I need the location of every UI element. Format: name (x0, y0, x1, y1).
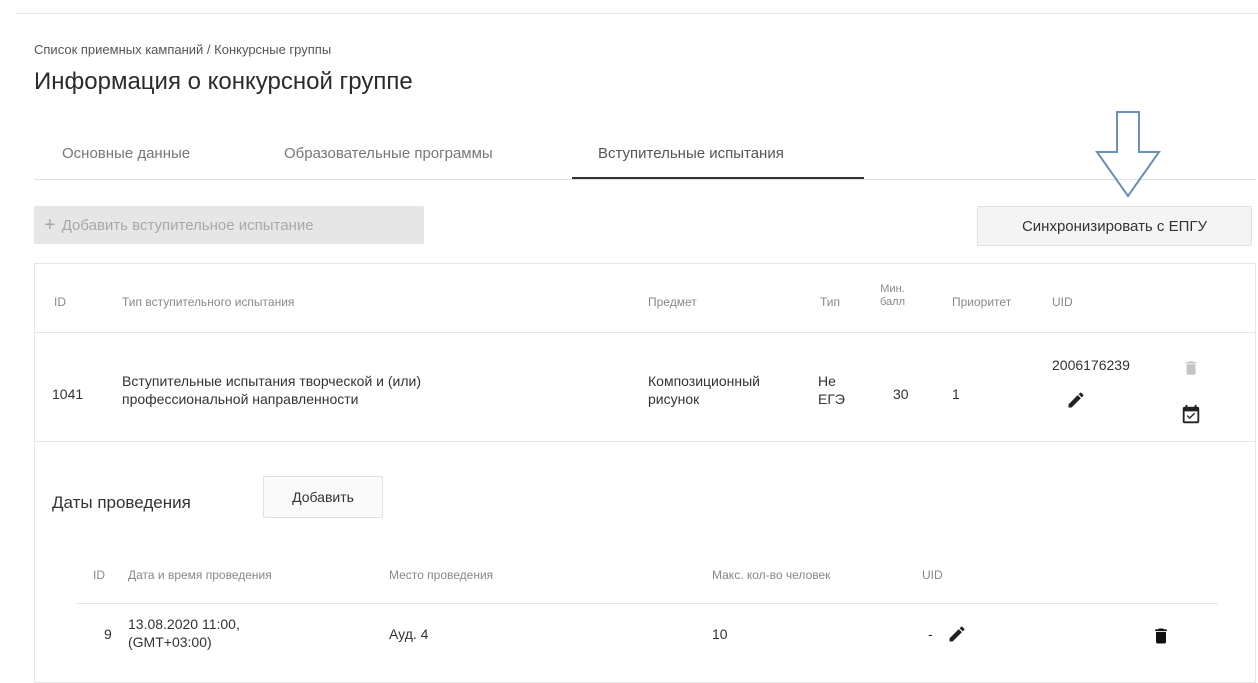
tabs-divider (34, 179, 1256, 180)
active-tab-indicator (572, 177, 864, 179)
tab-educational-programs[interactable]: Образовательные программы (284, 145, 493, 162)
date-id: 9 (104, 626, 112, 642)
col-header-subject: Предмет (648, 295, 697, 309)
tests-header-divider (34, 332, 1256, 333)
add-date-button[interactable]: Добавить (263, 476, 383, 518)
test-type: Вступительные испытания творческой и (ил… (122, 373, 422, 407)
test-priority: 1 (952, 386, 960, 402)
date-place: Ауд. 4 (389, 626, 429, 642)
breadcrumb[interactable]: Список приемных кампаний / Конкурсные гр… (34, 42, 331, 57)
col-header-min-score: Мин. балл (880, 283, 906, 308)
test-kind: Не ЕГЭ (818, 373, 845, 407)
top-border (15, 13, 1258, 14)
date-max-people: 10 (712, 626, 728, 642)
arrow-down-annotation (1090, 110, 1170, 200)
sync-epgu-button[interactable]: Синхронизировать с ЕПГУ (977, 206, 1252, 246)
tab-entrance-tests[interactable]: Вступительные испытания (598, 145, 784, 162)
dates-col-header-place: Место проведения (389, 568, 494, 582)
tests-row-divider (34, 441, 1256, 442)
date-uid: - (928, 626, 933, 642)
test-id: 1041 (52, 386, 84, 402)
col-header-uid: UID (1052, 295, 1073, 309)
col-header-kind: Тип (820, 295, 841, 309)
test-uid: 2006176239 (1052, 357, 1130, 373)
dates-col-header-max-people: Макс. кол-во человек (712, 568, 831, 582)
dates-section-title: Даты проведения (52, 493, 191, 512)
plus-icon: + (44, 214, 56, 236)
test-subject: Композиционный рисунок (648, 373, 760, 407)
page-title: Информация о конкурсной группе (34, 68, 413, 95)
col-header-test-type: Тип вступительного испытания (122, 295, 295, 309)
dates-header-divider (76, 603, 1218, 604)
dates-col-header-datetime: Дата и время проведения (128, 568, 272, 582)
test-min-score: 30 (893, 386, 909, 402)
dates-col-header-id: ID (93, 568, 105, 582)
add-entrance-test-button[interactable]: + Добавить вступительное испытание (34, 206, 424, 244)
date-datetime: 13.08.2020 11:00, (GMT+03:00) (128, 616, 240, 650)
trash-icon[interactable] (1151, 624, 1171, 648)
trash-icon[interactable] (1182, 358, 1200, 378)
add-entrance-test-label: Добавить вступительное испытание (61, 216, 314, 234)
col-header-id: ID (54, 295, 66, 309)
col-header-priority: Приоритет (952, 295, 1012, 309)
pencil-icon[interactable] (947, 624, 967, 644)
dates-col-header-uid: UID (922, 568, 943, 582)
tab-main-data[interactable]: Основные данные (62, 145, 190, 162)
calendar-check-icon[interactable] (1180, 404, 1202, 426)
pencil-icon[interactable] (1066, 390, 1086, 410)
